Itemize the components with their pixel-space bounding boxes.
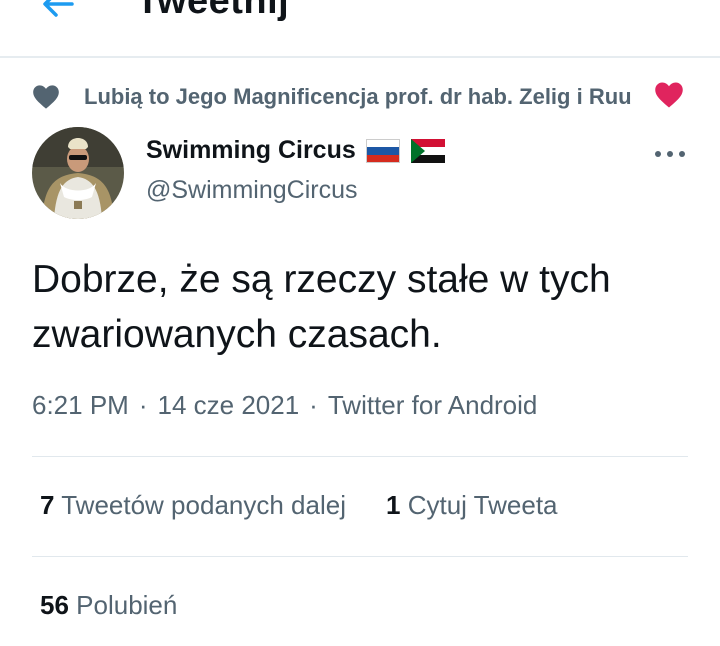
tweet-text: Dobrze, że są rzeczy stałe w tych zwario… — [32, 258, 611, 356]
quotes-stat[interactable]: 1 Cytuj Tweeta — [386, 490, 558, 520]
sudan-flag — [410, 138, 445, 163]
retweets-count: 7 — [40, 490, 55, 520]
divider — [32, 556, 688, 557]
social-context-text[interactable]: Lubią to Jego Magnificencja prof. dr hab… — [84, 84, 632, 110]
tweet-stats: 7 Tweetów podanych dalej 1 Cytuj Tweeta — [40, 490, 558, 521]
arrow-left-icon[interactable] — [38, 0, 78, 24]
author-handle[interactable]: @SwimmingCircus — [146, 176, 358, 205]
avatar[interactable] — [32, 127, 124, 219]
avatar-image — [32, 127, 124, 219]
retweets-stat[interactable]: 7 Tweetów podanych dalej — [40, 490, 346, 520]
top-bar: Tweetnij — [0, 0, 720, 58]
separator: · — [309, 390, 318, 420]
social-context: Lubią to Jego Magnificencja prof. dr hab… — [32, 80, 692, 114]
heart-icon — [33, 85, 59, 109]
separator: · — [138, 390, 148, 420]
likes-count: 56 — [40, 590, 69, 620]
page-title: Tweetnij — [136, 0, 290, 22]
more-options-icon[interactable] — [650, 144, 690, 164]
quotes-label: Cytuj Tweeta — [407, 490, 558, 520]
likes-label: Polubień — [76, 590, 178, 620]
red-heart-emoji — [655, 82, 683, 108]
tweet-time: 6:21 PM — [32, 390, 129, 420]
tweet-date: 14 cze 2021 — [157, 390, 300, 420]
tweet-meta: 6:21 PM · 14 cze 2021 · Twitter for Android — [32, 390, 537, 421]
author-display-name[interactable]: Swimming Circus — [146, 136, 356, 164]
retweets-label: Tweetów podanych dalej — [61, 490, 346, 520]
tweet-client-link[interactable]: Twitter for Android — [328, 390, 538, 420]
likes-stat[interactable]: 56 Polubień — [40, 590, 177, 621]
quotes-count: 1 — [385, 490, 401, 520]
divider — [32, 456, 688, 457]
russia-flag — [366, 138, 401, 163]
author-name-row[interactable]: Swimming Circus — [146, 136, 445, 170]
